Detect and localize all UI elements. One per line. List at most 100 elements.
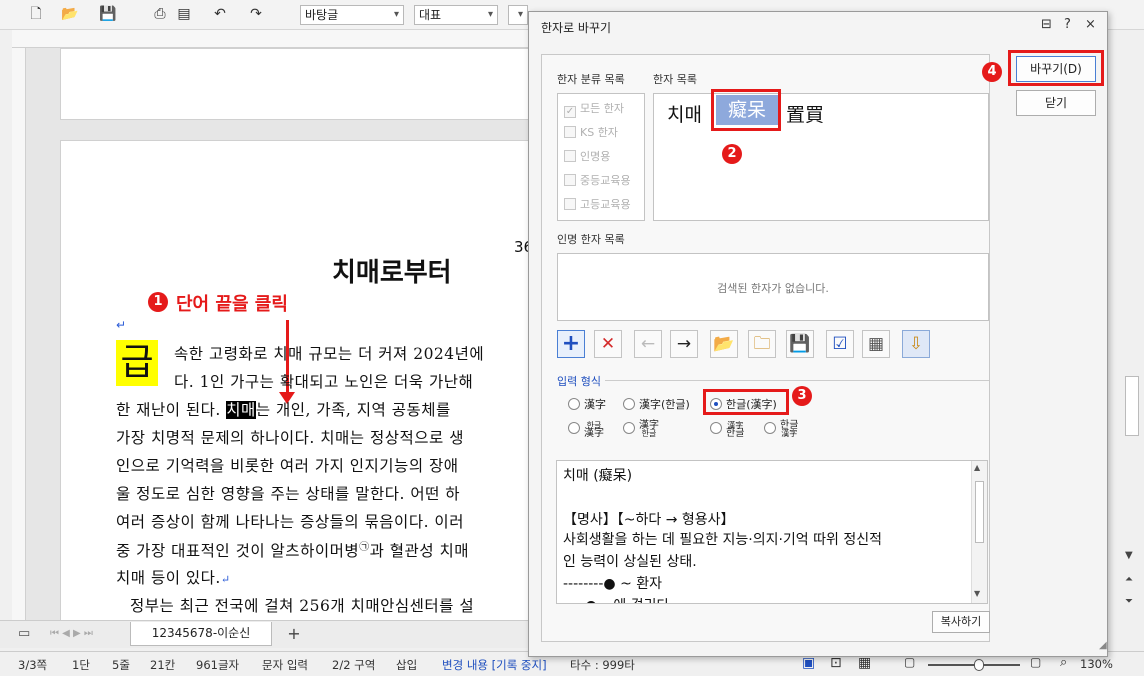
radio-selected-icon[interactable] [710, 398, 722, 410]
close-button[interactable]: 닫기 [1016, 90, 1096, 116]
radio-icon[interactable] [710, 422, 722, 434]
status-section: 2/2 구역 [332, 658, 376, 672]
selected-word[interactable]: 치매 [226, 401, 256, 419]
hanja-source-word: 치매 [667, 104, 702, 126]
tab-document[interactable]: 12345678-이순신 [130, 622, 272, 646]
preview-icon[interactable]: ▤ [174, 5, 194, 23]
view-fit-icon[interactable]: ⊡ [830, 655, 842, 671]
format-radio-selected[interactable]: 한글(漢字) [710, 396, 777, 412]
format-label-bottom: 漢字 [584, 428, 604, 439]
checkbox-icon[interactable] [564, 174, 576, 186]
print-icon[interactable]: ⎙ [150, 5, 170, 23]
move-down-icon[interactable]: ⇩ [902, 330, 930, 358]
replace-button[interactable]: 바꾸기(D) [1016, 56, 1096, 82]
step-2-badge: 2 [722, 144, 742, 164]
save-icon[interactable]: 💾 [786, 330, 814, 358]
zoom-slider[interactable] [928, 659, 1020, 671]
format-radio[interactable]: 漢字(한글) [623, 396, 690, 412]
doc-line: 여러 증상이 함께 나타나는 증상들의 묶음이다. 이러 [116, 513, 464, 531]
open-folder-icon[interactable]: 🗀 [748, 330, 776, 358]
name-hanja-label: 인명 한자 목록 [557, 233, 625, 246]
add-button[interactable]: + [557, 330, 585, 358]
view-normal-icon[interactable]: ▣ [802, 655, 815, 671]
radio-icon[interactable] [623, 422, 635, 434]
paragraph-mark-icon: ↵ [220, 573, 231, 586]
open-folder-icon[interactable]: 📂 [60, 5, 80, 23]
document-area[interactable] [26, 48, 528, 620]
arrow-left-icon[interactable]: ← [634, 330, 662, 358]
zoom-level[interactable]: 130% [1080, 657, 1113, 671]
checkbox-icon[interactable] [564, 150, 576, 162]
tab-list-icon[interactable]: ▭ [18, 626, 30, 641]
style-select[interactable]: 바탕글 [300, 5, 404, 25]
arrow-right-icon[interactable]: → [670, 330, 698, 358]
scroll-down-icon[interactable]: ▼ [974, 589, 980, 598]
redo-icon[interactable]: ↷ [246, 5, 266, 23]
copy-button[interactable]: 복사하기 [932, 611, 990, 633]
status-page: 3/3쪽 [18, 658, 48, 672]
hanja-option-selected[interactable]: 癡呆 [716, 95, 778, 125]
status-mode: 문자 입력 [262, 658, 308, 672]
font-name-select[interactable] [508, 5, 528, 25]
doc-line: 다. 1인 가구는 확대되고 노인은 더욱 가난해 [174, 373, 474, 391]
view-page-icon[interactable]: ▦ [858, 655, 871, 671]
save-icon[interactable]: 💾 [98, 5, 118, 23]
font-category-select[interactable]: 대표 [414, 5, 498, 25]
footnote-mark: ㉠ [359, 542, 370, 553]
radio-icon[interactable] [623, 398, 635, 410]
category-list[interactable]: ✓ 모든 한자 KS 한자 인명용 중등교육용 고등교육용 [557, 93, 645, 221]
zoom-in-icon[interactable]: ▢ [1030, 655, 1041, 669]
category-item[interactable]: 인명용 [564, 148, 610, 164]
checkbox-icon[interactable] [564, 198, 576, 210]
category-label: KS 한자 [580, 126, 618, 139]
close-icon[interactable]: × [1085, 17, 1096, 32]
vertical-scrollbar[interactable]: ▼ ⏶ ⏷ [1122, 30, 1144, 650]
category-label: 고등교육용 [580, 198, 631, 211]
category-item[interactable]: ✓ 모든 한자 [564, 100, 624, 118]
status-insert[interactable]: 삽입 [396, 657, 417, 673]
definition-box[interactable]: 치매 (癡呆) 【명사】【~하다 → 형용사】 사회생활을 하는 데 필요한 지… [556, 460, 988, 604]
format-radio[interactable]: 한글 漢字 [568, 422, 604, 439]
page-down-icon[interactable]: ⏷ [1125, 596, 1133, 607]
help-button[interactable]: ? [1064, 17, 1071, 32]
delete-icon[interactable]: ✕ [594, 330, 622, 358]
scrollbar-thumb[interactable] [1125, 376, 1139, 436]
format-radio[interactable]: 漢字 한글 [623, 421, 659, 438]
resize-grip-icon[interactable]: ◢ [1099, 640, 1107, 651]
zoom-slider-thumb[interactable] [973, 659, 984, 671]
zoom-search-icon[interactable]: ⌕ [1060, 655, 1067, 670]
open-dictionary-icon[interactable]: 📂 [710, 330, 738, 358]
dialog-menu-icon[interactable]: ⊟ [1041, 17, 1052, 32]
scroll-down-icon[interactable]: ▼ [1125, 550, 1133, 561]
doc-line: 중 가장 대표적인 것이 알츠하이머병㉠과 혈관성 치매 [116, 538, 469, 561]
new-document-icon[interactable]: 🗋 [26, 5, 46, 23]
category-item[interactable]: KS 한자 [564, 124, 618, 140]
category-label: 모든 한자 [580, 102, 624, 115]
format-radio[interactable]: 한글 漢字 [764, 421, 798, 438]
grid-settings-icon[interactable]: ▦ [862, 330, 890, 358]
checkbox-icon[interactable] [564, 126, 576, 138]
radio-icon[interactable] [764, 422, 776, 434]
radio-icon[interactable] [568, 422, 580, 434]
step-3-badge: 3 [792, 386, 812, 406]
category-item[interactable]: 중등교육용 [564, 172, 631, 188]
add-tab-button[interactable]: + [282, 623, 306, 645]
status-chars: 961글자 [196, 658, 240, 672]
undo-icon[interactable]: ↶ [210, 5, 230, 23]
hanja-option[interactable]: 置買 [786, 100, 824, 127]
format-radio[interactable]: 漢字 한글 [710, 422, 744, 439]
radio-icon[interactable] [568, 398, 580, 410]
tab-nav-icon[interactable]: ⏮ ◀ ▶ ⏭ [50, 628, 93, 639]
name-hanja-list[interactable]: 검색된 한자가 없습니다. [557, 253, 989, 321]
page-up-icon[interactable]: ⏶ [1125, 574, 1133, 585]
checklist-icon[interactable]: ☑ [826, 330, 854, 358]
status-track-changes[interactable]: 변경 내용 [기록 중지] [442, 657, 547, 673]
definition-scrollbar[interactable]: ▲ ▼ [971, 461, 987, 603]
scroll-up-icon[interactable]: ▲ [974, 463, 980, 472]
step-1-instruction: 단어 끝을 클릭 [176, 294, 288, 315]
zoom-out-icon[interactable]: ▢ [904, 655, 915, 669]
format-radio[interactable]: 漢字 [568, 396, 606, 412]
definition-scrollbar-thumb[interactable] [975, 481, 984, 543]
checkbox-checked-icon[interactable]: ✓ [564, 106, 576, 118]
category-item[interactable]: 고등교육용 [564, 196, 631, 212]
